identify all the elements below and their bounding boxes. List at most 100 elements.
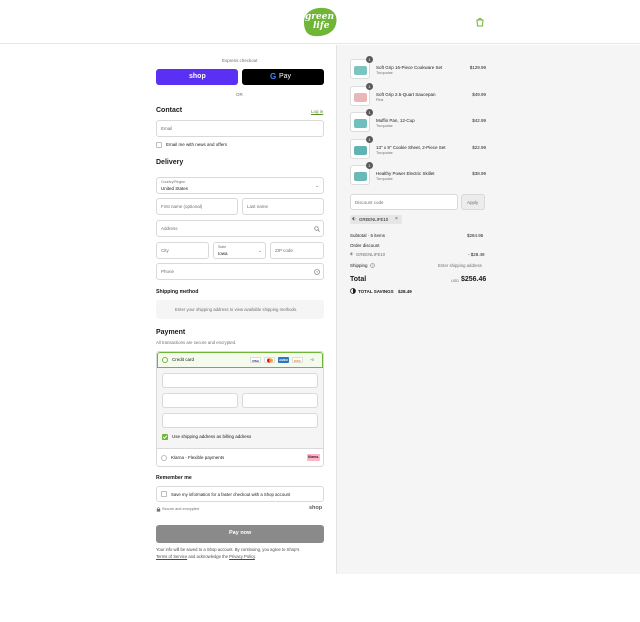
news-label: Email me with news and offers [166, 142, 227, 147]
card-form-area: Use shipping address as billing address [157, 368, 323, 448]
product-name: 13" x 9" Cookie Sheet, 2-Piece Set [376, 144, 446, 150]
discover-icon: DISC [292, 357, 303, 363]
radio-unselected-icon [161, 455, 167, 461]
product-variant: Turquoise [376, 150, 393, 155]
check-icon [162, 435, 168, 439]
product-variant: Pink [376, 97, 384, 102]
discount-code-field[interactable]: Discount code [350, 194, 458, 210]
product-name: Healthy Power Electric Skillet [376, 171, 435, 176]
address-placeholder: Address [161, 226, 178, 231]
name-on-card-field[interactable] [162, 413, 318, 428]
cart-item: 1 Healthy Power Electric Skillet Turquoise… [350, 162, 486, 187]
chevron-down-icon: ⌄ [258, 248, 263, 254]
mastercard-icon [264, 357, 275, 363]
footer-text-3: . [254, 553, 257, 559]
apply-button[interactable]: Apply [461, 194, 485, 210]
product-price: $38.99 [472, 171, 486, 176]
order-discount-value: - $28.49 [468, 252, 485, 257]
delivery-title: Delivery [156, 159, 184, 166]
footer-text-1: Your info will be saved to a Shop accoun… [156, 547, 300, 552]
city-placeholder: City [161, 248, 169, 253]
cart-item: 1 Soft Grip 2.5-Quart Saucepan Pink $49.99 [350, 82, 486, 108]
state-select[interactable]: State Iowa ⌄ [213, 242, 266, 259]
visa-icon: VISA [250, 357, 261, 363]
email-field[interactable]: Email [156, 120, 324, 137]
first-name-field[interactable]: First name (optional) [156, 198, 238, 215]
product-price: $22.99 [472, 144, 486, 150]
shipping-method-title: Shipping method [156, 289, 199, 295]
product-image [354, 145, 367, 155]
help-icon[interactable]: ? [314, 269, 320, 277]
payment-options: Credit card VISA AMEX DISC +5 Use shippi… [156, 351, 324, 467]
lock-icon [156, 507, 161, 514]
shipping-method-message: Enter your shipping address to view avai… [175, 307, 298, 312]
greenlife-logo[interactable]: green life [300, 6, 340, 38]
discount-code-placeholder: Discount code [355, 200, 384, 205]
chevron-down-icon: ⌄ [315, 183, 320, 189]
quantity-badge: 1 [366, 135, 373, 143]
footer-text-2: and acknowledge the [188, 553, 228, 559]
radio-selected-icon [162, 357, 168, 363]
billing-label: Use shipping address as billing address [172, 434, 252, 439]
product-name: Muffin Pan, 12-Cup [376, 118, 415, 123]
state-label: State [218, 245, 227, 249]
tag-icon: ⬖ [350, 251, 354, 256]
billing-checkbox[interactable] [162, 434, 168, 440]
or-divider: OR [236, 92, 243, 97]
log-in-link[interactable]: Log in [311, 109, 323, 114]
terms-of-service-link[interactable]: Terms of Service [156, 554, 187, 559]
last-name-field[interactable]: Last name [242, 198, 324, 215]
product-image [354, 66, 367, 75]
phone-field[interactable]: Phone ? [156, 263, 324, 280]
remember-me-label: Save my information for a faster checkou… [171, 492, 291, 497]
security-code-field[interactable] [242, 393, 318, 408]
header: green life [0, 0, 640, 44]
city-field[interactable]: City [156, 242, 209, 259]
remember-me-box[interactable]: Save my information for a faster checkou… [156, 486, 324, 502]
help-icon[interactable]: ? [370, 263, 375, 270]
quantity-badge: 1 [366, 162, 373, 169]
total-label: Total [350, 276, 367, 283]
remember-me-title: Remember me [156, 475, 192, 481]
remove-discount-icon[interactable]: × [395, 216, 398, 222]
google-pay-button[interactable]: G Pay [242, 69, 324, 85]
order-summary: 1 Soft Grip 16-Piece Cookware Set Turquois… [336, 45, 640, 574]
product-price: $42.99 [472, 118, 486, 123]
country-value: United States [161, 186, 189, 191]
country-select[interactable]: Country/Region United States ⌄ [156, 177, 324, 194]
credit-card-option[interactable]: Credit card VISA AMEX DISC +5 [157, 352, 323, 368]
product-name: Soft Grip 16-Piece Cookware Set [376, 65, 443, 70]
express-checkout-label: Express checkout [222, 58, 258, 63]
search-icon [314, 226, 320, 234]
shipping-label: Shipping [350, 263, 368, 268]
expiration-field[interactable] [162, 393, 238, 408]
klarna-badge: Klarna. [307, 454, 320, 461]
zip-field[interactable]: ZIP code [270, 242, 324, 259]
phone-placeholder: Phone [161, 269, 175, 274]
pay-now-button[interactable]: Pay now [156, 525, 324, 543]
credit-card-label: Credit card [172, 357, 195, 362]
shipping-value: Enter shipping address [438, 263, 482, 268]
more-cards-label: +5 [310, 358, 314, 362]
address-field[interactable]: Address [156, 220, 324, 237]
order-discount-label: Order discount [350, 243, 380, 248]
apply-label: Apply [467, 200, 479, 205]
quantity-badge: 1 [366, 82, 373, 90]
discount-tag-label: GREENLIFE10 [359, 217, 389, 222]
email-placeholder: Email [161, 126, 173, 131]
shopping-bag-icon[interactable] [474, 16, 486, 28]
remember-me-checkbox[interactable] [161, 491, 167, 497]
privacy-policy-link[interactable]: Privacy Policy [229, 554, 255, 559]
product-price: $49.99 [472, 91, 486, 97]
news-checkbox[interactable] [156, 142, 162, 148]
svg-text:?: ? [372, 264, 374, 268]
card-number-field[interactable] [162, 373, 318, 388]
klarna-option[interactable]: Klarna - Flexible payments Klarna. [157, 448, 323, 466]
product-image [354, 92, 367, 102]
logo-text-line2: life [313, 21, 330, 31]
shop-pay-button[interactable]: shop [156, 69, 238, 85]
product-image [354, 172, 367, 181]
shop-pay-label: shop [189, 73, 206, 80]
zip-placeholder: ZIP code [275, 248, 293, 253]
product-variant: Turquoise [376, 124, 393, 128]
